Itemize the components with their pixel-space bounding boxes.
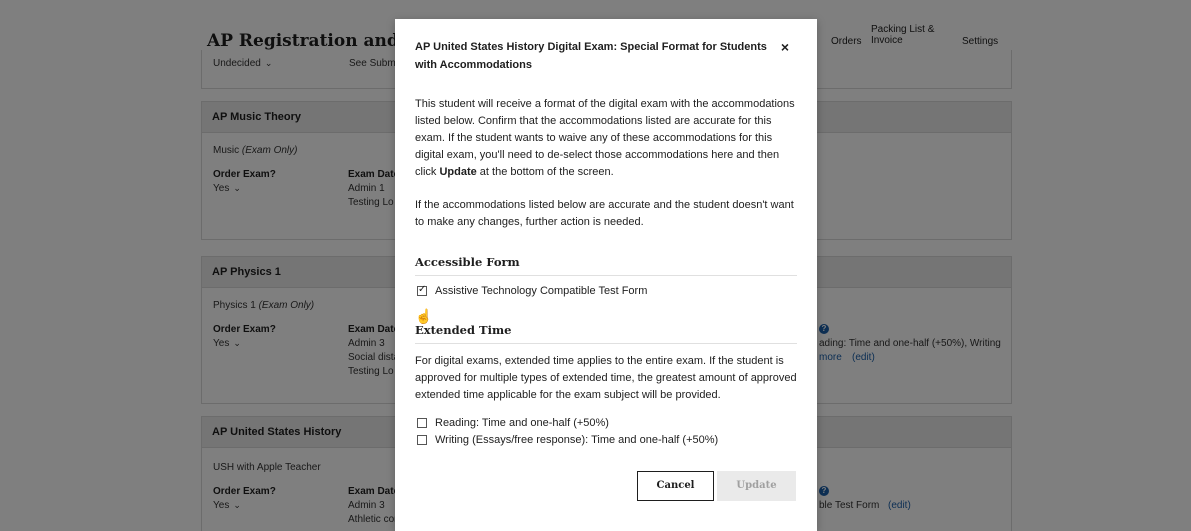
checkbox-checked[interactable] [417,284,427,296]
checkbox-unchecked[interactable] [417,418,427,428]
section-extended-time: Extended Time [415,323,797,344]
accommodations-modal: AP United States History Digital Exam: S… [395,19,817,531]
section-accessible-form: Accessible Form [415,255,797,276]
update-button[interactable]: Update [717,471,796,501]
modal-title: AP United States History Digital Exam: S… [415,41,767,71]
modal-intro-2: If the accommodations listed below are a… [415,199,794,228]
close-icon[interactable]: × [777,39,793,55]
modal-intro: This student will receive a format of th… [415,98,795,178]
option-assistive-technology[interactable]: Assistive Technology Compatible Test For… [417,284,647,297]
hand-cursor-icon: ☝ [415,308,433,324]
option-writing-time[interactable]: Writing (Essays/free response): Time and… [417,434,718,446]
cancel-button[interactable]: Cancel [637,471,714,501]
extended-time-description: For digital exams, extended time applies… [415,355,797,401]
option-reading-time[interactable]: Reading: Time and one-half (+50%) [417,417,609,429]
checkbox-unchecked[interactable] [417,435,427,445]
